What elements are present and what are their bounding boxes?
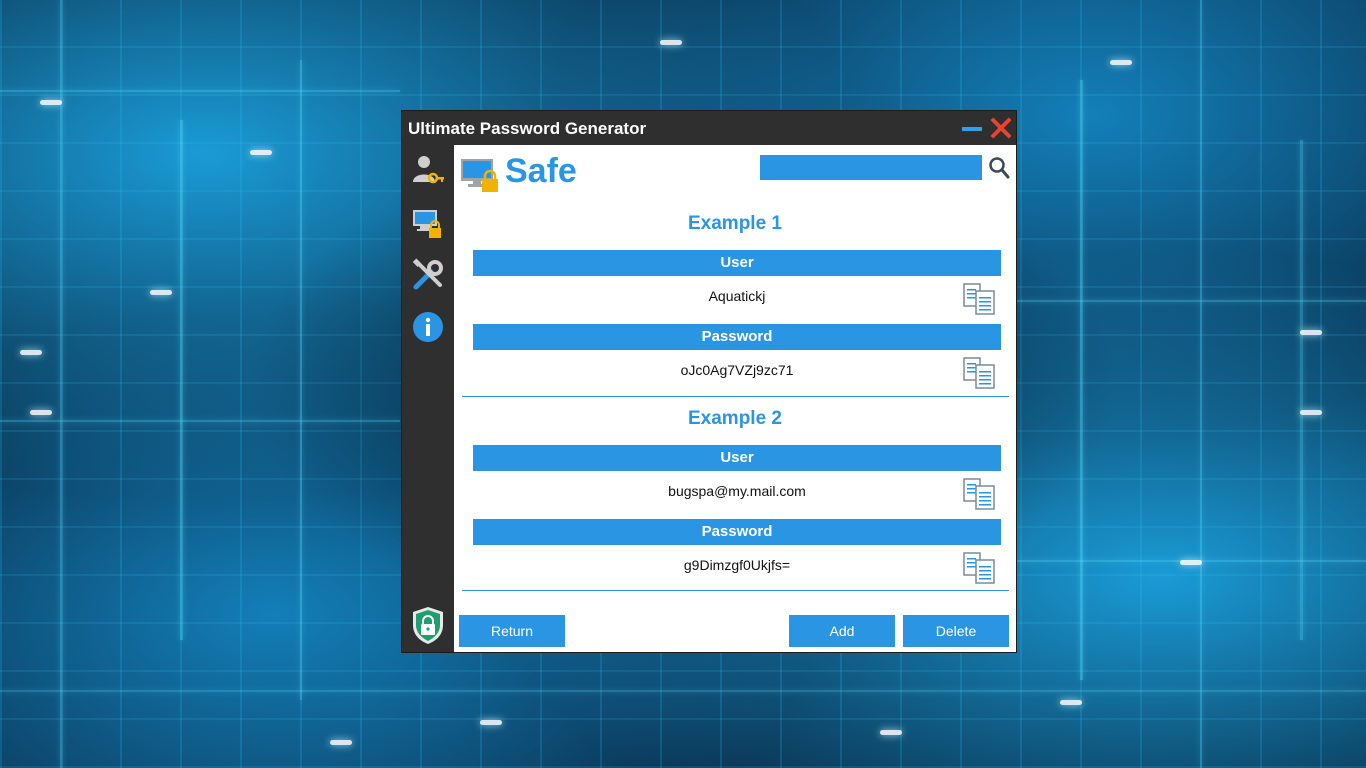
copy-icon[interactable] — [962, 356, 996, 390]
sidebar-item-safe[interactable] — [410, 205, 446, 241]
sidebar-item-generator[interactable] — [410, 153, 446, 189]
user-key-icon — [413, 156, 444, 184]
password-label-bar: Password — [473, 519, 1001, 545]
delete-button[interactable]: Delete — [903, 615, 1009, 647]
return-button[interactable]: Return — [459, 615, 565, 647]
title-bar[interactable]: Ultimate Password Generator — [402, 111, 1016, 145]
window-title: Ultimate Password Generator — [408, 119, 647, 138]
copy-icon[interactable] — [962, 551, 996, 585]
copy-icon[interactable] — [962, 477, 996, 511]
divider — [462, 590, 1009, 591]
app-window: Ultimate Password Generator Safe Example… — [401, 110, 1017, 653]
user-value: Aquatickj — [708, 288, 766, 304]
minimize-button[interactable] — [961, 118, 983, 138]
safe-panel: Safe Example 1 User Aquatickj Password o… — [454, 145, 1016, 652]
monitor-lock-icon — [413, 210, 441, 238]
page-title: Safe — [505, 152, 577, 190]
entry-title: Example 1 — [688, 213, 782, 234]
copy-icon[interactable] — [962, 282, 996, 316]
sidebar — [402, 145, 453, 652]
shield-badge — [409, 605, 447, 645]
monitor-lock-icon — [461, 159, 498, 192]
user-label-bar: User — [473, 445, 1001, 471]
shield-lock-icon — [413, 607, 443, 644]
search-input[interactable] — [760, 155, 982, 180]
info-icon — [413, 312, 443, 342]
password-value: oJc0Ag7VZj9zc71 — [680, 362, 794, 378]
add-button[interactable]: Add — [789, 615, 895, 647]
sidebar-item-settings[interactable] — [410, 257, 446, 293]
close-button[interactable] — [989, 116, 1013, 140]
sidebar-item-info[interactable] — [410, 309, 446, 345]
user-label-bar: User — [473, 250, 1001, 276]
entry-title: Example 2 — [688, 408, 782, 429]
tools-icon — [412, 258, 443, 290]
user-value: bugspa@my.mail.com — [668, 483, 806, 499]
password-label-bar: Password — [473, 324, 1001, 350]
divider — [462, 396, 1009, 397]
search-icon[interactable] — [988, 156, 1010, 180]
password-value: g9Dimzgf0Ukjfs= — [683, 557, 791, 573]
